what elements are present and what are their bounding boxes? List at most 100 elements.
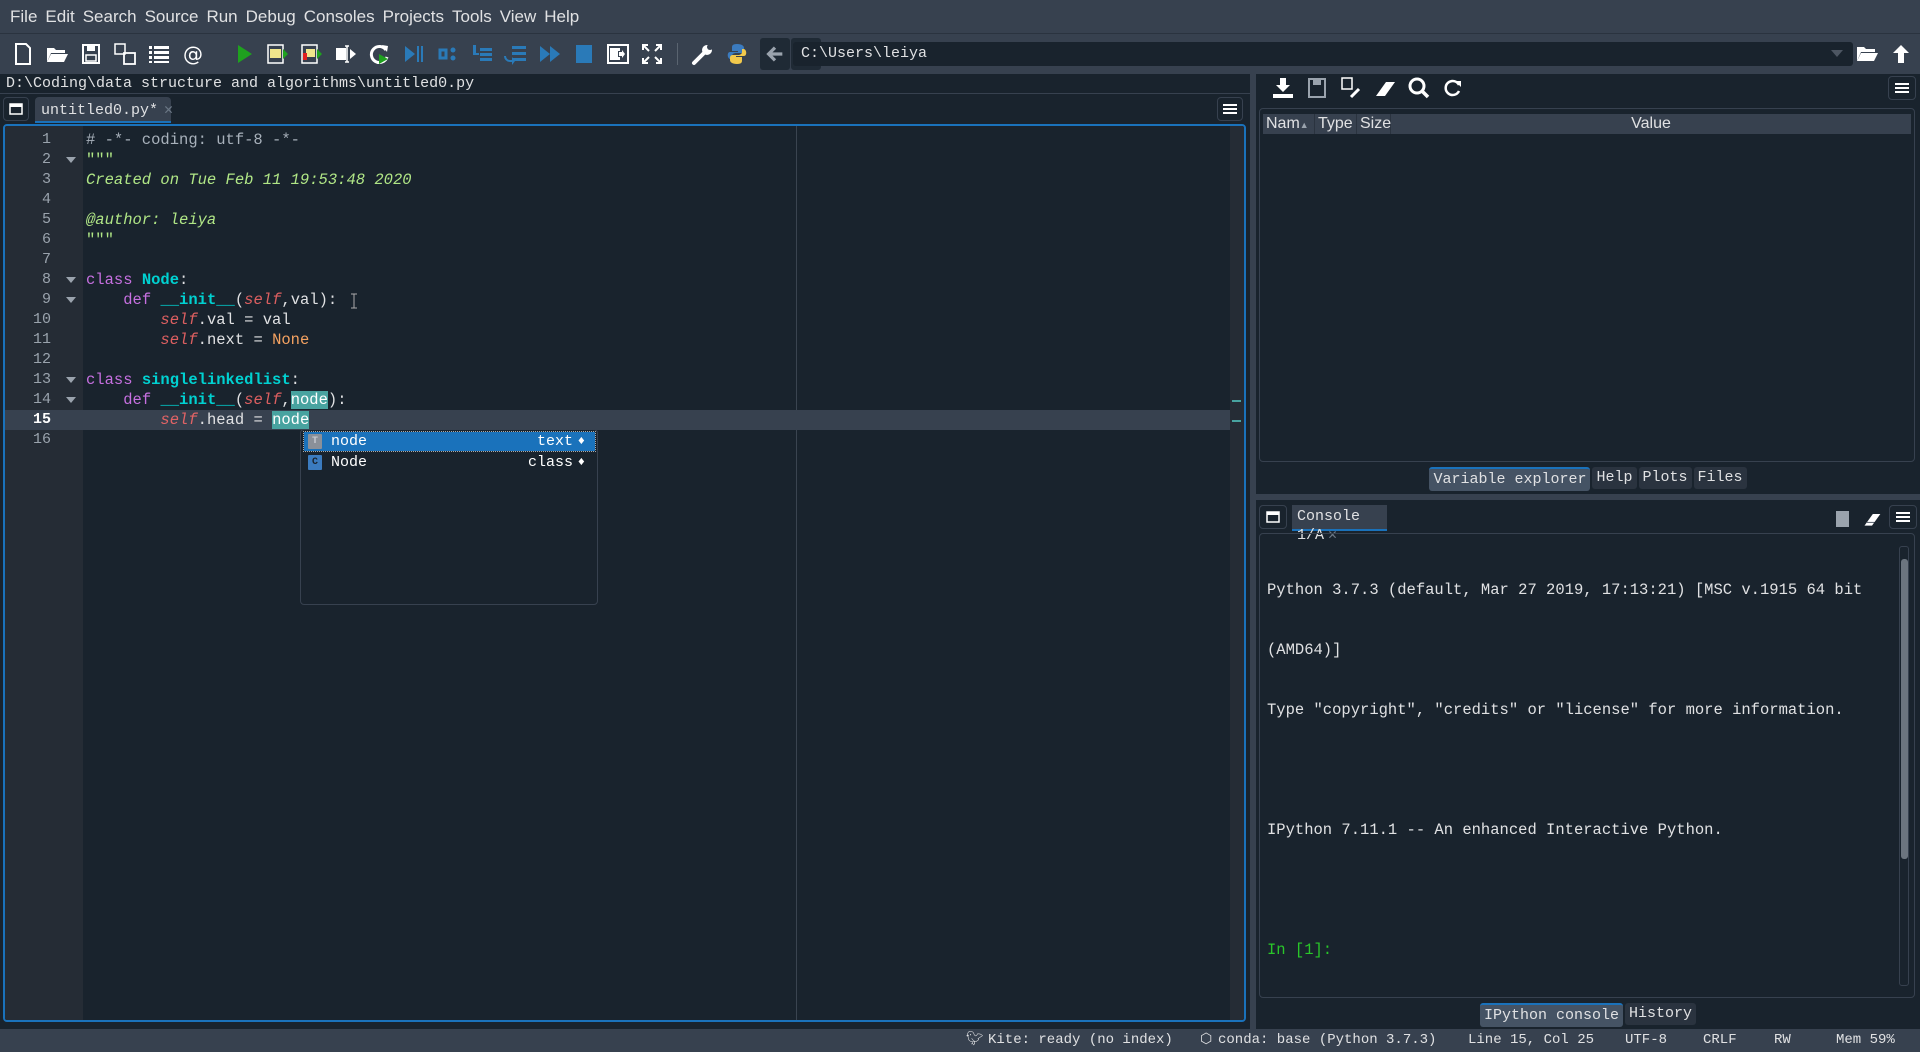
- console-scrollbar[interactable]: [1899, 546, 1909, 986]
- fold-toggle-icon[interactable]: [66, 157, 76, 163]
- menu-file[interactable]: File: [6, 7, 41, 27]
- editor-scrollbar[interactable]: [1230, 126, 1244, 1020]
- fold-toggle-icon[interactable]: [66, 297, 76, 303]
- code-token: singlelinkedlist: [141, 371, 291, 389]
- pane-options-button[interactable]: [1888, 76, 1916, 100]
- browse-directory-icon[interactable]: [1850, 38, 1884, 70]
- run-cell-icon[interactable]: [261, 38, 295, 70]
- variable-table[interactable]: Nam▲ Type Size Value: [1259, 108, 1915, 462]
- back-button[interactable]: [760, 38, 790, 70]
- menu-source[interactable]: Source: [141, 7, 203, 27]
- stop-kernel-icon[interactable]: [1836, 511, 1849, 527]
- new-file-icon[interactable]: [6, 38, 40, 70]
- fullscreen-icon[interactable]: [635, 38, 669, 70]
- horizontal-splitter[interactable]: [1256, 494, 1920, 500]
- scrollbar-thumb[interactable]: [1901, 559, 1908, 859]
- line-number: 12: [32, 351, 51, 368]
- menu-search[interactable]: Search: [79, 7, 141, 27]
- tab-untitled0[interactable]: untitled0.py* ✕: [35, 97, 173, 123]
- chevron-down-icon[interactable]: [1831, 50, 1843, 57]
- parent-directory-icon[interactable]: [1884, 38, 1918, 70]
- browse-tabs-button[interactable]: [3, 97, 29, 121]
- tab-console-1[interactable]: Console 1/A ✕: [1292, 505, 1387, 544]
- code-line[interactable]: 5 @author: leiya: [5, 210, 1244, 230]
- code-line[interactable]: 7: [5, 250, 1244, 270]
- code-line[interactable]: 12: [5, 350, 1244, 370]
- console-options-button[interactable]: [1889, 505, 1917, 529]
- line-number: 10: [32, 311, 51, 328]
- column-header-name[interactable]: Nam▲: [1263, 114, 1315, 134]
- debug-icon[interactable]: [397, 38, 431, 70]
- at-icon[interactable]: @: [176, 38, 210, 70]
- completion-item[interactable]: C Node class ♦: [304, 453, 595, 472]
- menu-view[interactable]: View: [496, 7, 541, 27]
- kite-status[interactable]: Kite: ready (no index): [988, 1029, 1173, 1052]
- maximize-pane-icon[interactable]: [601, 38, 635, 70]
- ipython-console[interactable]: Python 3.7.3 (default, Mar 27 2019, 17:1…: [1259, 533, 1915, 998]
- completion-item[interactable]: Tnode text ♦: [303, 431, 596, 452]
- tab-help[interactable]: Help: [1592, 467, 1637, 489]
- rerun-icon[interactable]: [363, 38, 397, 70]
- fold-toggle-icon[interactable]: [66, 377, 76, 383]
- refresh-icon[interactable]: [1436, 72, 1470, 104]
- import-data-icon[interactable]: [1266, 72, 1300, 104]
- code-line[interactable]: 1 # -*- coding: utf-8 -*-: [5, 130, 1244, 150]
- working-directory-combobox[interactable]: C:\Users\leiya: [793, 42, 1853, 66]
- stop-icon[interactable]: [567, 38, 601, 70]
- run-icon[interactable]: [227, 38, 261, 70]
- code-line[interactable]: 6 """: [5, 230, 1244, 250]
- code-line[interactable]: 9 def __init__(self,val):: [5, 290, 1244, 310]
- run-cell-advance-icon[interactable]: [295, 38, 329, 70]
- menu-help[interactable]: Help: [540, 7, 583, 27]
- tab-history[interactable]: History: [1625, 1003, 1697, 1025]
- tab-variable-explorer[interactable]: Variable explorer: [1429, 467, 1591, 491]
- code-line[interactable]: 3 Created on Tue Feb 11 19:53:48 2020: [5, 170, 1244, 190]
- column-header-size[interactable]: Size: [1357, 114, 1391, 134]
- code-line[interactable]: 16: [5, 430, 1244, 450]
- code-editor[interactable]: 1 # -*- coding: utf-8 -*- 2 """ 3 Created o…: [3, 124, 1246, 1022]
- continue-icon[interactable]: [533, 38, 567, 70]
- code-line[interactable]: 11 self.next = None: [5, 330, 1244, 350]
- close-icon[interactable]: ✕: [164, 102, 173, 119]
- code-line[interactable]: 8 class Node:: [5, 270, 1244, 290]
- code-line[interactable]: 13 class singlelinkedlist:: [5, 370, 1244, 390]
- editor-options-button[interactable]: [1217, 97, 1243, 121]
- menu-consoles[interactable]: Consoles: [300, 7, 379, 27]
- column-header-type[interactable]: Type: [1315, 114, 1357, 134]
- console-tab-bar: Console 1/A ✕: [1256, 502, 1920, 544]
- code-token: .val = val: [197, 311, 291, 329]
- tab-plots[interactable]: Plots: [1638, 467, 1692, 489]
- menu-run[interactable]: Run: [202, 7, 241, 27]
- hamburger-icon: [1896, 512, 1910, 522]
- fold-toggle-icon[interactable]: [66, 397, 76, 403]
- column-header-value[interactable]: Value: [1391, 114, 1911, 134]
- code-line[interactable]: 14 def __init__(self,node):: [5, 390, 1244, 410]
- menu-tools[interactable]: Tools: [448, 7, 496, 27]
- tab-files[interactable]: Files: [1693, 467, 1747, 489]
- menu-projects[interactable]: Projects: [379, 7, 448, 27]
- eraser-icon[interactable]: [1368, 72, 1402, 104]
- save-data-icon[interactable]: [1300, 72, 1334, 104]
- search-icon[interactable]: [1402, 72, 1436, 104]
- menu-debug[interactable]: Debug: [242, 7, 300, 27]
- preferences-icon[interactable]: [686, 38, 720, 70]
- python-path-icon[interactable]: [720, 38, 754, 70]
- current-code-line[interactable]: 15 self.head = node: [5, 410, 1244, 430]
- code-line[interactable]: 10 self.val = val: [5, 310, 1244, 330]
- tab-ipython-console[interactable]: IPython console: [1479, 1003, 1623, 1027]
- fold-toggle-icon[interactable]: [66, 277, 76, 283]
- step-into-icon[interactable]: [465, 38, 499, 70]
- code-line[interactable]: 4: [5, 190, 1244, 210]
- save-data-as-icon[interactable]: [1334, 72, 1368, 104]
- step-return-icon[interactable]: [499, 38, 533, 70]
- step-icon[interactable]: [431, 38, 465, 70]
- eraser-icon[interactable]: [1861, 509, 1883, 529]
- run-selection-icon[interactable]: [329, 38, 363, 70]
- menu-edit[interactable]: Edit: [41, 7, 78, 27]
- save-icon[interactable]: [74, 38, 108, 70]
- browse-consoles-button[interactable]: [1259, 505, 1287, 529]
- save-all-icon[interactable]: [108, 38, 142, 70]
- outline-icon[interactable]: [142, 38, 176, 70]
- code-line[interactable]: 2 """: [5, 150, 1244, 170]
- open-file-icon[interactable]: [40, 38, 74, 70]
